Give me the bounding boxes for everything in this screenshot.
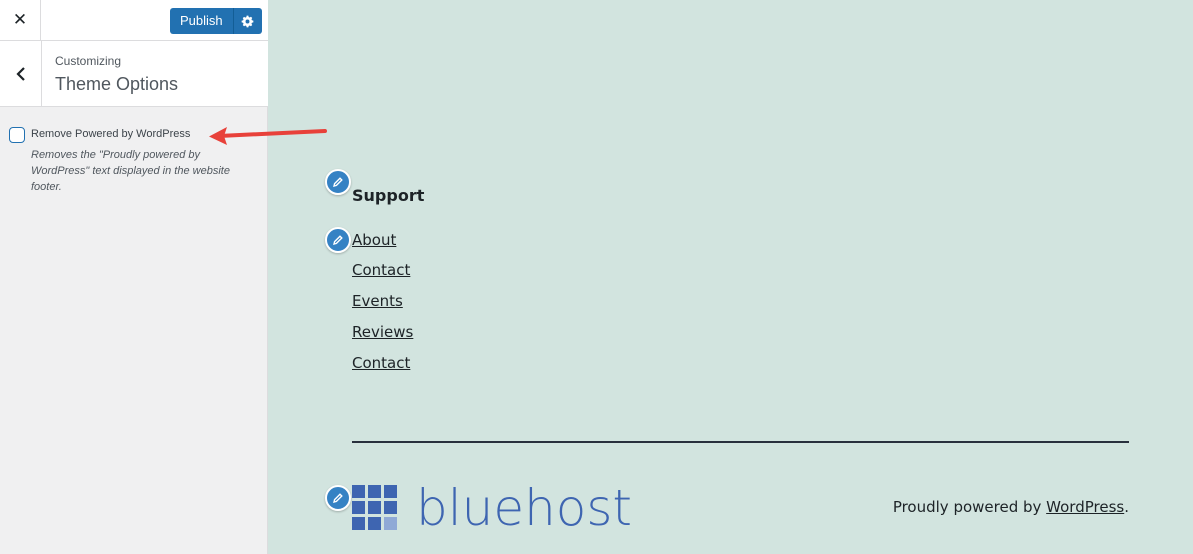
pencil-icon (333, 493, 343, 503)
pencil-icon (333, 177, 343, 187)
customizer-sidebar: ✕ Publish Customizing Theme Options Remo… (0, 0, 268, 554)
remove-powered-by-checkbox[interactable] (9, 127, 25, 143)
chevron-left-icon (15, 66, 25, 81)
publish-group: Publish (170, 8, 262, 34)
option-description: Removes the "Proudly powered by WordPres… (31, 149, 230, 193)
site-logo[interactable]: bluehost (352, 478, 632, 538)
wordpress-link[interactable]: WordPress (1046, 498, 1124, 516)
close-button[interactable]: ✕ (0, 0, 41, 40)
option-label[interactable]: Remove Powered by WordPress (31, 128, 190, 140)
back-button[interactable] (0, 41, 42, 106)
logo-text: bluehost (416, 479, 633, 537)
powered-prefix: Proudly powered by (892, 498, 1047, 516)
gear-icon (241, 15, 254, 27)
customizing-label: Customizing (55, 54, 122, 68)
footer-divider (352, 441, 1129, 443)
footer-link-reviews[interactable]: Reviews (352, 323, 413, 341)
powered-suffix: . (1124, 498, 1129, 516)
powered-by-text: Proudly powered by WordPress. (893, 498, 1129, 516)
pencil-icon (333, 235, 343, 245)
section-header: Customizing Theme Options (0, 41, 268, 107)
footer-link-contact-2[interactable]: Contact (352, 354, 410, 372)
publish-button[interactable]: Publish (170, 8, 234, 34)
close-icon: ✕ (12, 10, 28, 29)
edit-shortcut-logo[interactable] (325, 485, 351, 511)
bluehost-grid-icon (352, 485, 397, 530)
edit-shortcut-heading[interactable] (325, 169, 351, 195)
section-title: Theme Options (55, 74, 179, 94)
footer-link-about[interactable]: About (352, 231, 396, 249)
edit-shortcut-menu[interactable] (325, 227, 351, 253)
annotation-arrow-icon (209, 127, 327, 145)
footer-link-contact[interactable]: Contact (352, 261, 410, 279)
footer-link-events[interactable]: Events (352, 292, 403, 310)
customizer-header: ✕ Publish (0, 0, 268, 41)
footer-heading: Support (352, 186, 425, 205)
publish-settings-button[interactable] (233, 8, 262, 34)
